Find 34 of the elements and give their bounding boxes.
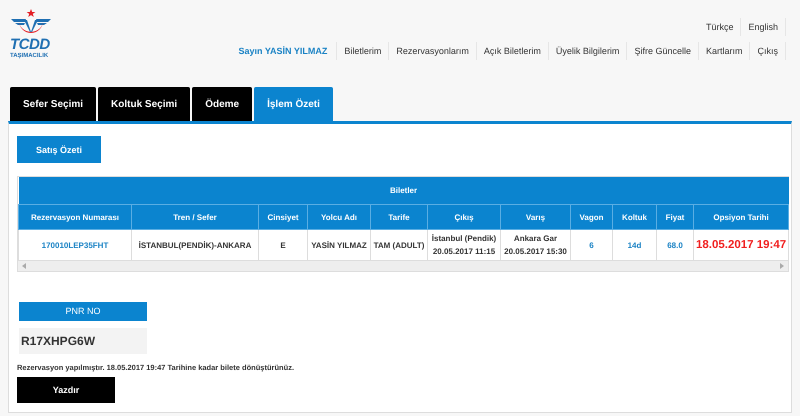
scroll-right-icon[interactable]	[780, 263, 784, 269]
nav-link[interactable]: Üyelik Bilgilerim	[548, 42, 628, 60]
step-tab[interactable]: İşlem Özeti	[254, 87, 333, 121]
language-link[interactable]: English	[741, 18, 786, 36]
step-tab[interactable]: Sefer Seçimi	[10, 87, 96, 121]
nav-link[interactable]: Kartlarım	[698, 42, 750, 60]
column-header: Rezervasyon Numarası	[18, 204, 132, 230]
pnr-value: R17XHPG6W	[19, 328, 147, 354]
horizontal-scrollbar[interactable]	[18, 261, 788, 271]
user-greeting-link[interactable]: Sayın YASİN YILMAZ	[231, 42, 338, 60]
column-header: Tarife	[370, 204, 428, 230]
column-header: Opsiyon Tarihi	[694, 204, 789, 230]
scroll-left-icon[interactable]	[22, 263, 26, 269]
nav-link[interactable]: Çıkış	[750, 42, 786, 60]
column-header: Yolcu Adı	[308, 204, 370, 230]
nav-link[interactable]: Rezervasyonlarım	[389, 42, 477, 60]
step-tab[interactable]: Koltuk Seçimi	[98, 87, 190, 121]
column-header: Varış	[500, 204, 570, 230]
print-button[interactable]: Yazdır	[17, 377, 115, 403]
column-header: Fiyat	[656, 204, 694, 230]
pnr-label: PNR NO	[19, 302, 147, 321]
nav-link[interactable]: Şifre Güncelle	[627, 42, 699, 60]
column-header: Vagon	[570, 204, 612, 230]
table-title: Biletler	[18, 177, 789, 204]
column-header: Koltuk	[612, 204, 656, 230]
language-link[interactable]: Türkçe	[698, 18, 742, 36]
logo-title: TCDD	[10, 38, 50, 52]
step-tab[interactable]: Ödeme	[192, 87, 252, 121]
nav-link[interactable]: Biletlerim	[337, 42, 390, 60]
column-header: Çıkış	[428, 204, 500, 230]
sales-summary-button[interactable]: Satış Özeti	[17, 136, 101, 163]
column-header: Cinsiyet	[258, 204, 308, 230]
column-header: Tren / Sefer	[132, 204, 258, 230]
nav-link[interactable]: Açık Biletlerim	[476, 42, 549, 60]
